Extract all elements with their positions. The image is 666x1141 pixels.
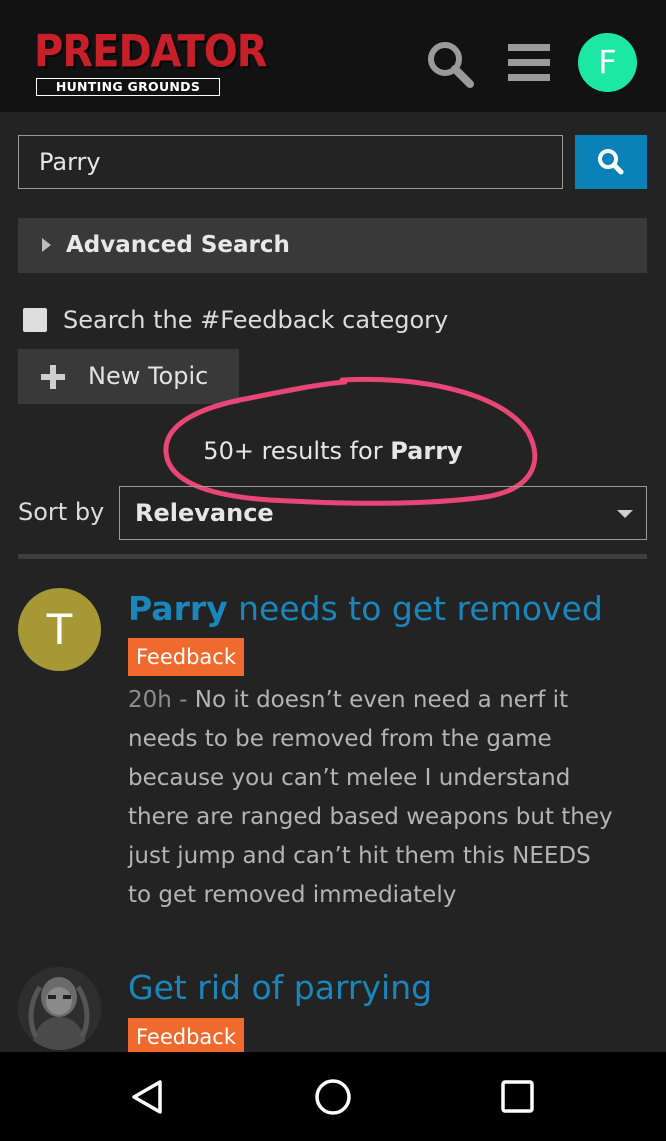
category-badge[interactable]: Feedback — [128, 1018, 245, 1056]
title-highlight: Parry — [128, 589, 228, 628]
android-navigation-bar — [0, 1052, 666, 1141]
divider — [18, 554, 647, 559]
plus-icon — [41, 365, 65, 389]
sort-selected-value: Relevance — [135, 499, 274, 527]
avatar[interactable]: T — [18, 588, 101, 671]
site-logo[interactable]: PREDATOR HUNTING GROUNDS — [34, 26, 268, 98]
search-icon — [598, 149, 624, 175]
feedback-category-checkbox[interactable] — [23, 308, 47, 332]
logo-subtitle: HUNTING GROUNDS — [36, 78, 220, 96]
search-input[interactable]: Parry — [18, 135, 563, 189]
title-rest: Get rid of parrying — [128, 968, 433, 1007]
logo-title: PREDATOR — [34, 26, 268, 78]
caret-right-icon — [42, 238, 51, 252]
post-time: 20h - — [128, 687, 195, 713]
advanced-search-toggle[interactable]: Advanced Search — [18, 218, 647, 273]
excerpt-text: No it doesn’t even need a nerf it needs … — [128, 687, 613, 908]
post-title-link[interactable]: Parry needs to get removed — [128, 587, 603, 631]
hamburger-menu-icon[interactable] — [506, 42, 552, 84]
search-button[interactable] — [575, 135, 647, 189]
recents-square-icon[interactable] — [500, 1079, 536, 1115]
chevron-down-icon — [617, 510, 633, 518]
back-triangle-icon[interactable] — [128, 1077, 168, 1117]
post-excerpt: 20h - No it doesn’t even need a nerf it … — [128, 681, 618, 915]
site-header: PREDATOR HUNTING GROUNDS F — [0, 0, 666, 112]
header-search-icon[interactable] — [424, 38, 476, 90]
advanced-search-label: Advanced Search — [66, 232, 290, 258]
sort-select[interactable]: Relevance — [119, 486, 647, 540]
user-avatar[interactable]: F — [578, 33, 637, 92]
sort-by-label: Sort by — [18, 498, 105, 526]
category-badge[interactable]: Feedback — [128, 638, 245, 676]
predator-avatar-icon[interactable] — [18, 967, 101, 1050]
post-title-link[interactable]: Get rid of parrying — [128, 966, 432, 1010]
title-rest: needs to get removed — [227, 589, 603, 628]
home-circle-icon[interactable] — [312, 1076, 354, 1118]
feedback-category-label[interactable]: Search the #Feedback category — [63, 300, 448, 340]
